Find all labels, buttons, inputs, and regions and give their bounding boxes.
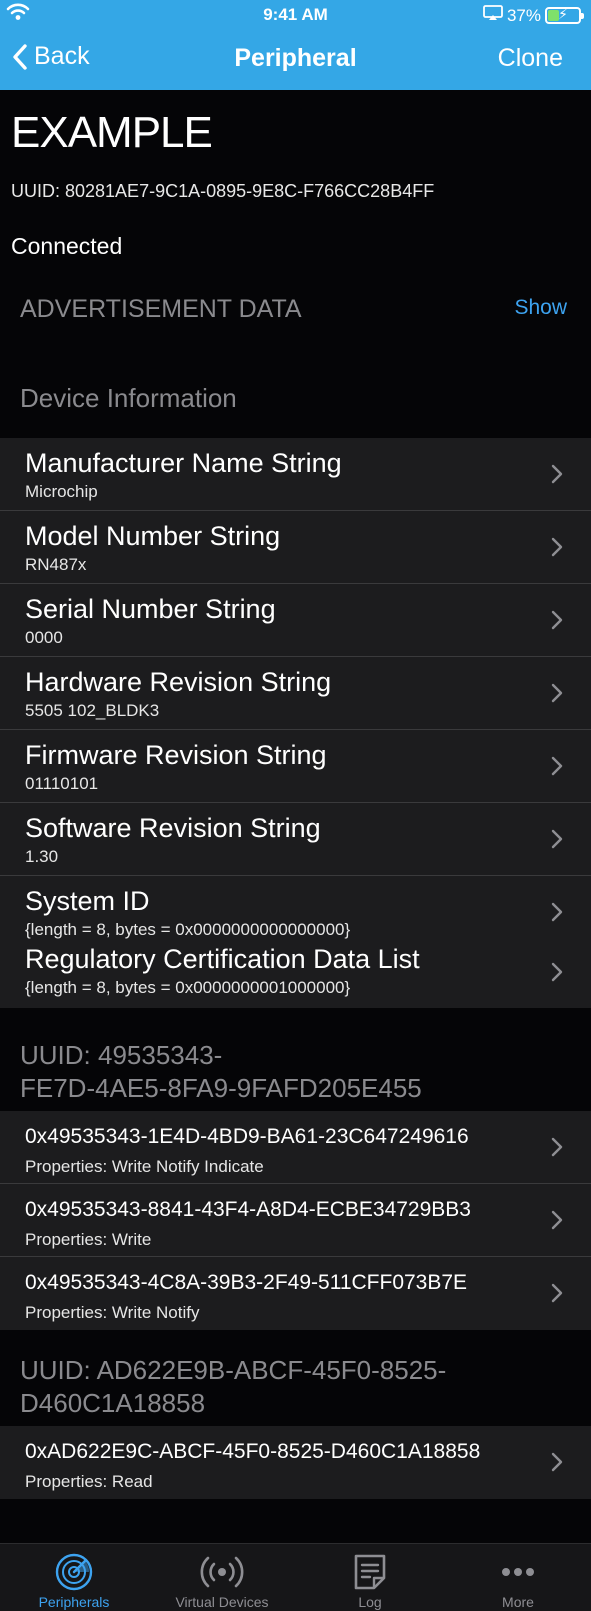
document-icon: [352, 1552, 388, 1597]
service-uuid-line1: UUID: 49535343-: [20, 1040, 223, 1070]
characteristic-name: Hardware Revision String: [25, 667, 332, 697]
chevron-right-icon: [551, 1137, 563, 1157]
device-name: EXAMPLE: [11, 108, 213, 157]
characteristic-name: Serial Number String: [25, 594, 276, 624]
characteristic-row[interactable]: Firmware Revision String 01110101: [0, 730, 591, 803]
characteristic-row[interactable]: System ID {length = 8, bytes = 0x0000000…: [0, 876, 591, 942]
tab-virtual-devices[interactable]: Virtual Devices: [148, 1544, 296, 1611]
characteristic-name: Model Number String: [25, 521, 281, 551]
tab-peripherals[interactable]: Peripherals: [0, 1544, 148, 1611]
tab-more[interactable]: More: [444, 1544, 591, 1611]
battery-percent: 37%: [506, 5, 541, 25]
device-information-list: Manufacturer Name String Microchip Model…: [0, 438, 591, 1008]
characteristic-name: System ID: [25, 886, 150, 916]
battery-icon: ⚡: [545, 6, 584, 24]
service-ad622e9b-list: 0xAD622E9C-ABCF-45F0-8525-D460C1A18858 P…: [0, 1426, 591, 1499]
chevron-right-icon: [551, 902, 563, 922]
characteristic-row[interactable]: Model Number String RN487x: [0, 511, 591, 584]
characteristic-properties: Properties: Write: [25, 1230, 152, 1249]
characteristic-properties: Properties: Write Notify: [25, 1303, 200, 1322]
characteristic-row[interactable]: Manufacturer Name String Microchip: [0, 438, 591, 511]
section-title-service-49535343: UUID: 49535343- FE7D-4AE5-8FA9-9FAFD205E…: [20, 1039, 422, 1105]
characteristic-properties: Properties: Write Notify Indicate: [25, 1157, 264, 1176]
charging-bolt-icon: ⚡: [558, 6, 568, 22]
tab-log[interactable]: Log: [296, 1544, 444, 1611]
chevron-right-icon: [551, 683, 563, 703]
chevron-right-icon: [551, 756, 563, 776]
characteristic-row[interactable]: Serial Number String 0000: [0, 584, 591, 657]
tab-label: Peripherals: [38, 1594, 110, 1610]
characteristic-value: {length = 8, bytes = 0x0000000001000000}: [25, 978, 351, 997]
advertisement-data-title: ADVERTISEMENT DATA: [20, 295, 302, 323]
radar-icon: [54, 1552, 94, 1597]
service-uuid-line1: UUID: AD622E9B-ABCF-45F0-8525-: [20, 1355, 447, 1385]
characteristic-row[interactable]: 0xAD622E9C-ABCF-45F0-8525-D460C1A18858 P…: [0, 1426, 591, 1499]
chevron-right-icon: [551, 829, 563, 849]
screen-mirroring-icon: [483, 5, 503, 26]
chevron-right-icon: [551, 610, 563, 630]
characteristic-value: {length = 8, bytes = 0x0000000000000000}: [25, 920, 351, 939]
tab-label: Virtual Devices: [175, 1594, 269, 1610]
device-uuid: UUID: 80281AE7-9C1A-0895-9E8C-F766CC28B4…: [11, 181, 435, 201]
characteristic-name: Manufacturer Name String: [25, 448, 342, 478]
characteristic-value: Microchip: [25, 482, 98, 501]
chevron-right-icon: [551, 1452, 563, 1472]
characteristic-row[interactable]: 0x49535343-8841-43F4-A8D4-ECBE34729BB3 P…: [0, 1184, 591, 1257]
status-bar: 9:41 AM 37% ⚡: [0, 0, 591, 30]
characteristic-name: Regulatory Certification Data List: [25, 944, 420, 974]
characteristic-name: Software Revision String: [25, 813, 321, 843]
chevron-right-icon: [551, 464, 563, 484]
characteristic-name: Firmware Revision String: [25, 740, 327, 770]
section-title-service-ad622e9b: UUID: AD622E9B-ABCF-45F0-8525- D460C1A18…: [20, 1354, 446, 1420]
service-uuid-line2: D460C1A18858: [20, 1388, 206, 1418]
chevron-right-icon: [551, 537, 563, 557]
tab-label: Log: [358, 1594, 382, 1610]
clone-button[interactable]: Clone: [498, 44, 563, 73]
characteristic-row[interactable]: Software Revision String 1.30: [0, 803, 591, 876]
top-bar: 9:41 AM 37% ⚡ Back Peripheral Clone: [0, 0, 591, 90]
show-advertisement-button[interactable]: Show: [514, 296, 567, 320]
characteristic-value: 0000: [25, 628, 63, 647]
service-49535343-list: 0x49535343-1E4D-4BD9-BA61-23C647249616 P…: [0, 1111, 591, 1330]
characteristic-value: RN487x: [25, 555, 87, 574]
characteristic-row[interactable]: 0x49535343-4C8A-39B3-2F49-511CFF073B7E P…: [0, 1257, 591, 1330]
ellipsis-icon: [498, 1552, 538, 1597]
chevron-right-icon: [551, 1210, 563, 1230]
connection-status: Connected: [11, 233, 123, 259]
characteristic-value: 1.30: [25, 847, 59, 866]
tab-label: More: [502, 1594, 534, 1610]
characteristic-properties: Properties: Read: [25, 1472, 153, 1491]
characteristic-row[interactable]: 0x49535343-1E4D-4BD9-BA61-23C647249616 P…: [0, 1111, 591, 1184]
navigation-bar: Back Peripheral Clone: [0, 30, 591, 90]
chevron-right-icon: [551, 962, 563, 982]
characteristic-uuid: 0xAD622E9C-ABCF-45F0-8525-D460C1A18858: [25, 1440, 481, 1463]
characteristic-uuid: 0x49535343-1E4D-4BD9-BA61-23C647249616: [25, 1125, 469, 1148]
service-uuid-line2: FE7D-4AE5-8FA9-9FAFD205E455: [20, 1073, 422, 1103]
characteristic-row[interactable]: Hardware Revision String 5505 102_BLDK3: [0, 657, 591, 730]
characteristic-uuid: 0x49535343-8841-43F4-A8D4-ECBE34729BB3: [25, 1198, 471, 1221]
characteristic-value: 01110101: [25, 774, 99, 793]
characteristic-uuid: 0x49535343-4C8A-39B3-2F49-511CFF073B7E: [25, 1271, 468, 1294]
tab-bar: Peripherals Virtual Devices Log More: [0, 1543, 591, 1611]
chevron-right-icon: [551, 1283, 563, 1303]
characteristic-value: 5505 102_BLDK3: [25, 701, 160, 720]
section-title-device-information: Device Information: [20, 383, 237, 413]
characteristic-row[interactable]: Regulatory Certification Data List {leng…: [0, 942, 591, 1008]
status-right: 37% ⚡: [483, 5, 584, 26]
broadcast-icon: [200, 1552, 244, 1597]
